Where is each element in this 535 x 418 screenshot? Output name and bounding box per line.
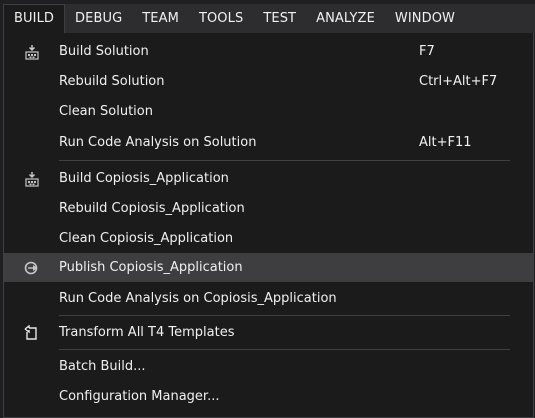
build-solution-icon [24,44,39,60]
menu-separator [59,349,510,350]
menu-bar: BUILD DEBUG TEAM TOOLS TEST ANALYZE WIND… [3,4,535,34]
menu-item-label: Configuration Manager... [59,389,220,404]
menu-item-configuration-manager[interactable]: Configuration Manager... [4,382,533,411]
menu-item-label: Build Copiosis_Application [59,171,229,186]
menu-separator [59,315,510,316]
menu-build[interactable]: BUILD [3,4,66,34]
menu-item-label: Batch Build... [59,359,146,374]
menu-test[interactable]: TEST [253,4,306,34]
menu-item-label: Publish Copiosis_Application [59,260,243,275]
menu-item-label: Rebuild Copiosis_Application [59,201,245,216]
menu-tools[interactable]: TOOLS [189,4,253,34]
menu-window[interactable]: WINDOW [385,4,465,34]
publish-icon [24,261,37,274]
menu-item-clean-solution[interactable]: Clean Solution [4,97,533,126]
menu-item-transform-t4[interactable]: Transform All T4 Templates [4,318,533,347]
menu-item-publish-project[interactable]: Publish Copiosis_Application [4,253,533,282]
build-menu-dropdown: Build Solution F7 Rebuild Solution Ctrl+… [3,33,534,418]
menu-item-shortcut: Ctrl+Alt+F7 [419,74,498,89]
menu-team[interactable]: TEAM [132,4,189,34]
menu-item-label: Transform All T4 Templates [59,325,235,340]
menu-item-label: Clean Solution [59,104,153,119]
menu-item-run-code-analysis-project[interactable]: Run Code Analysis on Copiosis_Applicatio… [4,284,533,313]
menu-item-run-code-analysis-solution[interactable]: Run Code Analysis on Solution Alt+F11 [4,128,533,157]
menu-item-label: Build Solution [59,44,149,59]
menu-item-batch-build[interactable]: Batch Build... [4,352,533,381]
menu-debug[interactable]: DEBUG [65,4,132,34]
ide-window: BUILD DEBUG TEAM TOOLS TEST ANALYZE WIND… [0,0,535,418]
menu-item-rebuild-solution[interactable]: Rebuild Solution Ctrl+Alt+F7 [4,67,533,96]
menu-separator [59,160,510,161]
build-project-icon [24,171,39,187]
menu-item-rebuild-project[interactable]: Rebuild Copiosis_Application [4,194,533,223]
transform-templates-icon [24,324,37,340]
menu-item-label: Rebuild Solution [59,74,165,89]
menu-item-build-solution[interactable]: Build Solution F7 [4,37,533,66]
menu-item-shortcut: F7 [419,44,435,59]
menu-item-build-project[interactable]: Build Copiosis_Application [4,164,533,193]
menu-item-label: Run Code Analysis on Copiosis_Applicatio… [59,291,337,306]
menu-analyze[interactable]: ANALYZE [306,4,385,34]
menu-item-label: Clean Copiosis_Application [59,231,234,246]
menu-item-label: Run Code Analysis on Solution [59,135,257,150]
menu-item-clean-project[interactable]: Clean Copiosis_Application [4,224,533,253]
menu-item-shortcut: Alt+F11 [419,135,472,150]
